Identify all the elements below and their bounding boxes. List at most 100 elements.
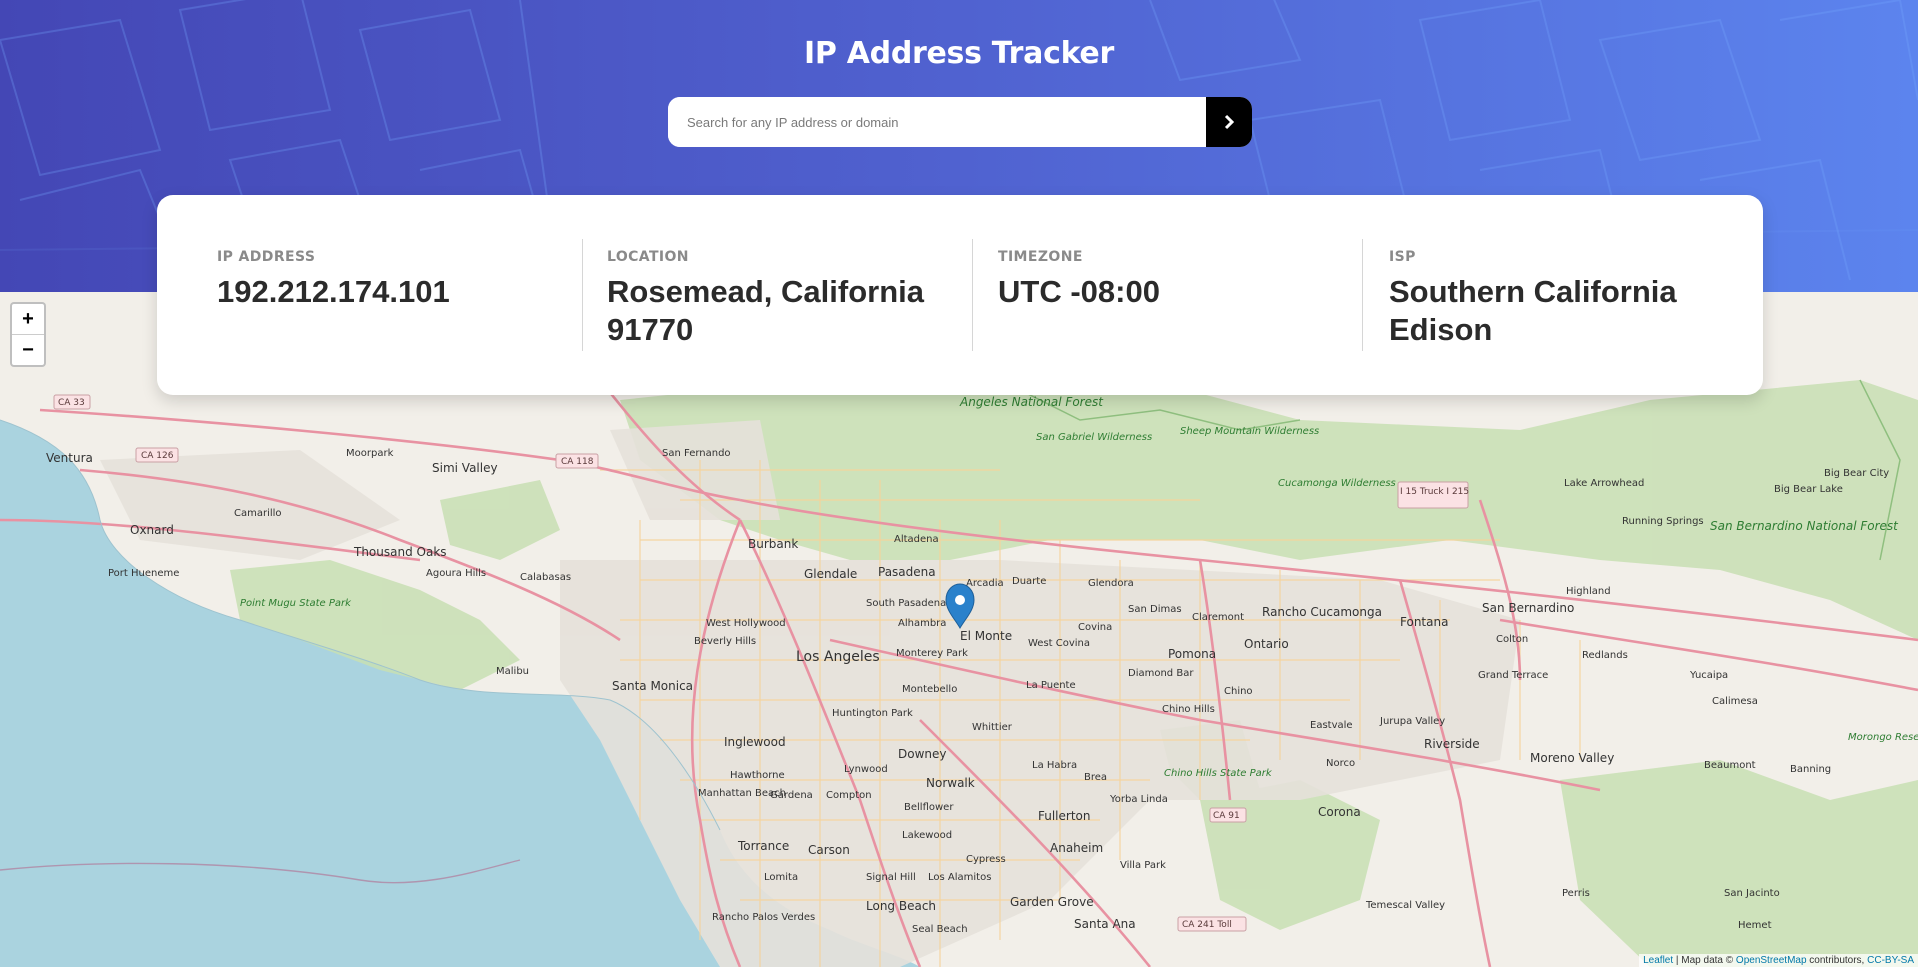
info-location: LOCATION Rosemead, California 91770 <box>547 195 947 395</box>
map-label: Corona <box>1318 805 1361 819</box>
map-label: Altadena <box>894 534 939 545</box>
ip-info-card: IP ADDRESS 192.212.174.101 LOCATION Rose… <box>157 195 1763 395</box>
map-label: Beverly Hills <box>694 636 756 647</box>
map-label: Cucamonga Wilderness <box>1278 478 1396 489</box>
map-label: Long Beach <box>866 899 936 913</box>
map-label: Huntington Park <box>832 708 913 719</box>
map-label: Point Mugu State Park <box>240 598 352 609</box>
search-input[interactable] <box>668 97 1206 147</box>
map-label: Villa Park <box>1120 860 1166 871</box>
info-value: Rosemead, California 91770 <box>607 274 924 347</box>
map-label: Fontana <box>1400 615 1448 629</box>
map-label: Temescal Valley <box>1365 900 1445 911</box>
map-label: Norco <box>1326 758 1355 769</box>
map-label: Redlands <box>1582 650 1628 661</box>
map-label: Hemet <box>1738 920 1772 931</box>
info-label: IP ADDRESS <box>217 249 316 265</box>
search-submit-button[interactable] <box>1206 97 1252 147</box>
map-label: Torrance <box>737 839 789 853</box>
license-link[interactable]: CC-BY-SA <box>1867 955 1914 966</box>
highway-shield-label: CA 91 <box>1213 811 1240 821</box>
map-label: San Gabriel Wilderness <box>1036 432 1152 443</box>
map-label: Simi Valley <box>432 461 498 475</box>
map-label: Norwalk <box>926 776 975 790</box>
map-label: Burbank <box>748 537 798 551</box>
map-label: Big Bear City <box>1824 468 1889 479</box>
map-label: Alhambra <box>898 618 946 629</box>
map-label: West Covina <box>1028 638 1090 649</box>
map-label: Camarillo <box>234 508 282 519</box>
search-bar <box>668 97 1252 147</box>
chevron-right-icon <box>1224 114 1235 130</box>
highway-shield-label: CA 33 <box>58 398 85 408</box>
map-label: Carson <box>808 843 850 857</box>
map-label: Ontario <box>1244 637 1289 651</box>
zoom-out-button[interactable]: − <box>12 334 44 365</box>
map-label: Port Hueneme <box>108 568 179 579</box>
map-label: Glendora <box>1088 578 1134 589</box>
map-label: Los Alamitos <box>928 872 991 883</box>
map-label: Claremont <box>1192 612 1244 623</box>
map-label: Morongo Reservation <box>1848 732 1918 743</box>
map-label: Angeles National Forest <box>959 395 1104 409</box>
info-timezone: TIMEZONE UTC -08:00 <box>938 195 1338 395</box>
map-label: Hawthorne <box>730 770 785 781</box>
map-label: Garden Grove <box>1010 895 1094 909</box>
info-value: Southern California Edison <box>1389 274 1677 347</box>
info-label: TIMEZONE <box>998 249 1083 265</box>
attribution-text: contributors, <box>1806 955 1868 966</box>
map-label: Monterey Park <box>896 648 968 659</box>
map-label: Pasadena <box>878 565 936 579</box>
map-label: Downey <box>898 747 947 761</box>
map-label: Brea <box>1084 772 1107 783</box>
highway-shield-label: CA 126 <box>141 451 174 461</box>
map-label: Cypress <box>966 854 1006 865</box>
map-label: Yucaipa <box>1689 670 1728 681</box>
osm-link[interactable]: OpenStreetMap <box>1736 955 1807 966</box>
map-label: Ventura <box>46 451 93 465</box>
map-label: Big Bear Lake <box>1774 484 1843 495</box>
map-label: Santa Ana <box>1074 917 1136 931</box>
map-label: El Monte <box>960 629 1012 643</box>
highway-shield-label: I 15 Truck I 215 <box>1400 487 1469 497</box>
highway-shield-label: CA 118 <box>561 457 594 467</box>
map-label: Rancho Palos Verdes <box>712 912 815 923</box>
map-label: San Fernando <box>662 448 731 459</box>
zoom-in-button[interactable]: + <box>12 304 44 334</box>
map-label: Lakewood <box>902 830 952 841</box>
map-label: Lake Arrowhead <box>1564 478 1644 489</box>
map-label: Beaumont <box>1704 760 1756 771</box>
map-label: La Habra <box>1032 760 1077 771</box>
leaflet-link[interactable]: Leaflet <box>1643 955 1673 966</box>
map-label: Lomita <box>764 872 798 883</box>
map-label: Glendale <box>804 567 857 581</box>
map-label: Calimesa <box>1712 696 1758 707</box>
map-label: Lynwood <box>844 764 888 775</box>
map-label: Inglewood <box>724 735 786 749</box>
map-label: Highland <box>1566 586 1611 597</box>
map-label: Signal Hill <box>866 872 916 883</box>
info-ip-address: IP ADDRESS 192.212.174.101 <box>157 195 557 395</box>
map-label: Chino <box>1224 686 1253 697</box>
map-label: Jurupa Valley <box>1379 716 1445 727</box>
map-label: Bellflower <box>904 802 954 813</box>
map-label: Yorba Linda <box>1109 794 1168 805</box>
map-label: Colton <box>1496 634 1528 645</box>
map-label: San Bernardino <box>1482 601 1574 615</box>
map-label: Moorpark <box>346 448 394 459</box>
map-label: San Jacinto <box>1724 888 1780 899</box>
zoom-control: + − <box>10 302 46 367</box>
map-label: Moreno Valley <box>1530 751 1614 765</box>
map-label: Chino Hills <box>1162 704 1215 715</box>
map-label: Riverside <box>1424 737 1480 751</box>
map-label: Montebello <box>902 684 957 695</box>
map-label: Los Angeles <box>796 649 880 665</box>
map-label: Covina <box>1078 622 1112 633</box>
map-label: Whittier <box>972 722 1013 733</box>
map-label: Grand Terrace <box>1478 670 1548 681</box>
map-label: Oxnard <box>130 523 174 537</box>
map-label: Seal Beach <box>912 924 968 935</box>
map-label: Fullerton <box>1038 809 1091 823</box>
map-label: Malibu <box>496 666 529 677</box>
map-label: Eastvale <box>1310 720 1353 731</box>
